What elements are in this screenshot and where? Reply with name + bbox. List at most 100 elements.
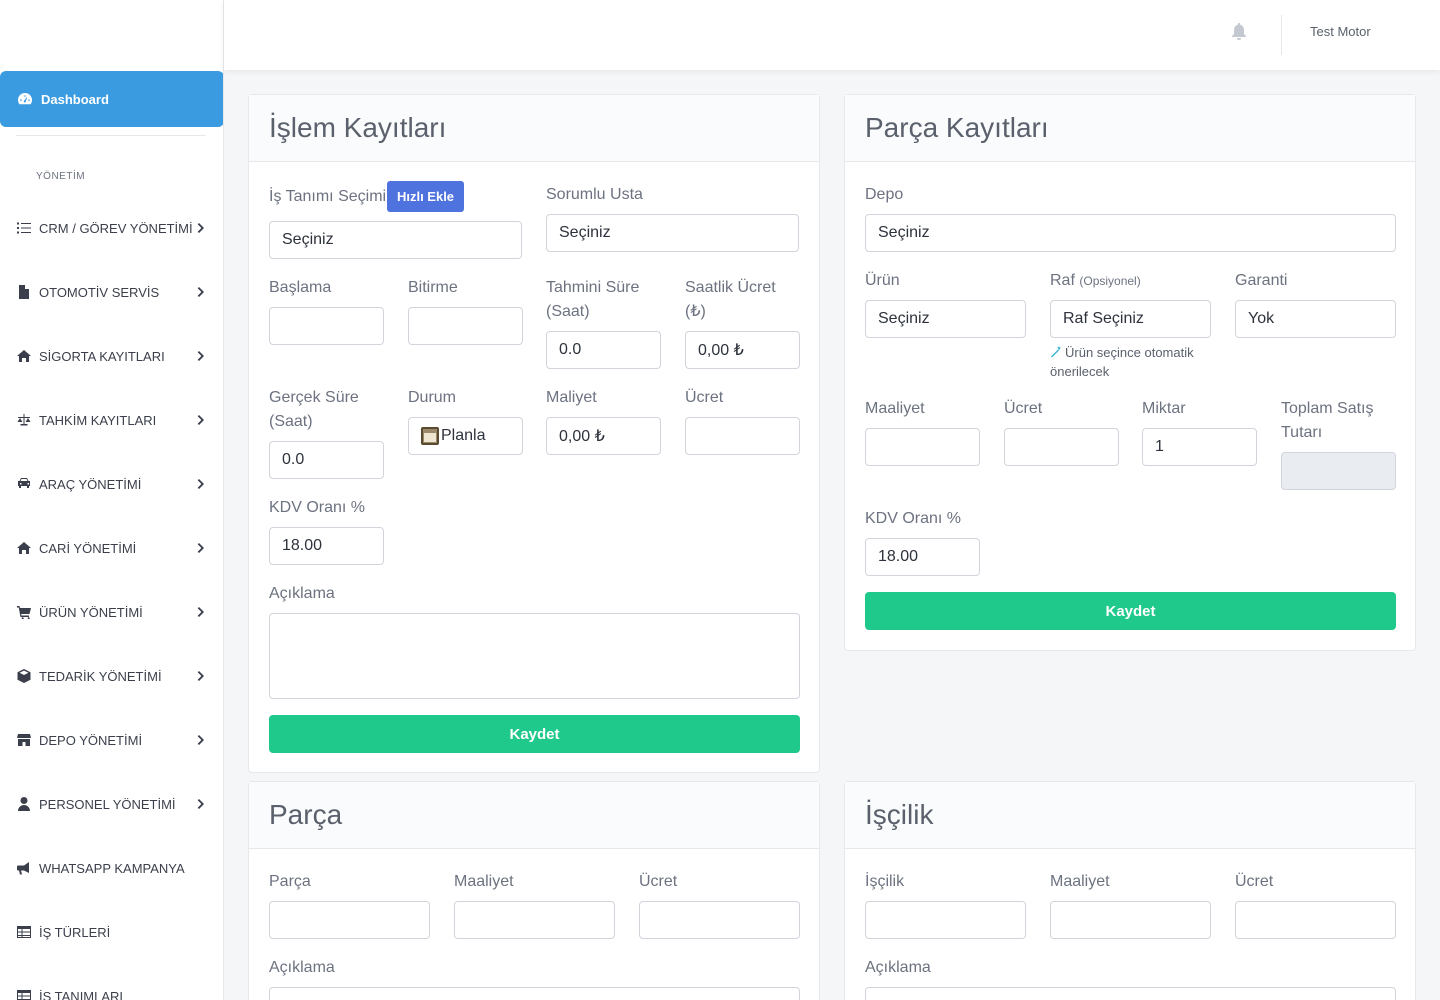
sidebar-item-is-turleri[interactable]: İŞ TÜRLERİ bbox=[0, 912, 223, 952]
sidebar-item-label: CARİ YÖNETİMİ bbox=[39, 540, 137, 556]
saatlik-ucret-label: Saatlik Ücret (₺) bbox=[685, 279, 776, 320]
card-title: İşlem Kayıtları bbox=[269, 112, 447, 143]
baslama-input[interactable] bbox=[269, 307, 384, 345]
sidebar-item-label: PERSONEL YÖNETİMİ bbox=[39, 796, 176, 812]
urun-select[interactable]: Seçiniz bbox=[865, 300, 1026, 338]
kdv-label: KDV Oranı % bbox=[269, 499, 366, 516]
sidebar-item-label: İŞ TÜRLERİ bbox=[39, 924, 111, 940]
bell-icon[interactable] bbox=[1231, 23, 1249, 41]
ucret-input[interactable] bbox=[685, 417, 800, 455]
sidebar-item-label: DEPO YÖNETİMİ bbox=[39, 732, 143, 748]
sidebar-item-is-tanimlari[interactable]: İŞ TANIMLARI bbox=[0, 976, 223, 1000]
parca-input[interactable] bbox=[269, 901, 430, 939]
aciklama-label: Açıklama bbox=[865, 959, 931, 976]
iscilik-label: İşçilik bbox=[865, 873, 905, 890]
table-icon bbox=[16, 925, 31, 940]
save-button[interactable]: Kaydet bbox=[865, 592, 1396, 630]
saatlik-ucret-input[interactable]: 0,00 ₺ bbox=[685, 331, 800, 369]
sidebar-item-label: TEDARİK YÖNETİMİ bbox=[39, 668, 162, 684]
user-name[interactable]: Test Motor bbox=[1310, 24, 1371, 39]
sidebar-item-label: İŞ TANIMLARI bbox=[39, 988, 124, 1000]
sidebar-item-label: OTOMOTİV SERVİS bbox=[39, 284, 160, 300]
maaliyet-input[interactable] bbox=[454, 901, 615, 939]
maliyet-input[interactable]: 0,00 ₺ bbox=[546, 417, 661, 455]
sidebar-item-whatsapp[interactable]: WHATSAPP KAMPANYA bbox=[0, 848, 223, 888]
home-icon bbox=[16, 541, 31, 556]
sorumlu-usta-label: Sorumlu Usta bbox=[546, 186, 643, 203]
maaliyet-label: Maaliyet bbox=[454, 873, 514, 890]
ucret-input[interactable] bbox=[1235, 901, 1396, 939]
urun-label: Ürün bbox=[865, 272, 900, 289]
card-header: Parça Kayıtları bbox=[845, 95, 1415, 162]
sidebar-item-arac[interactable]: ARAÇ YÖNETİMİ bbox=[0, 464, 223, 504]
calendar-icon bbox=[421, 427, 439, 445]
durum-value: Planla bbox=[441, 427, 486, 444]
maaliyet-input[interactable] bbox=[865, 428, 980, 466]
sorumlu-usta-select[interactable]: Seçiniz bbox=[546, 214, 799, 252]
sidebar-item-otomotiv[interactable]: OTOMOTİV SERVİS bbox=[0, 272, 223, 312]
toplam-satis-input bbox=[1281, 452, 1396, 490]
sidebar-item-label: TAHKİM KAYITLARI bbox=[39, 412, 157, 428]
hizli-ekle-button[interactable]: Hızlı Ekle bbox=[387, 181, 464, 212]
sidebar-item-tahkim[interactable]: TAHKİM KAYITLARI bbox=[0, 400, 223, 440]
ucret-label: Ücret bbox=[685, 389, 724, 406]
raf-hint: Ürün seçince otomatik önerilecek bbox=[1050, 343, 1215, 381]
sidebar-item-personel[interactable]: PERSONEL YÖNETİMİ bbox=[0, 784, 223, 824]
iscilik-input[interactable] bbox=[865, 901, 1026, 939]
sidebar-item-dashboard-label: Dashboard bbox=[41, 91, 109, 107]
parca-label: Parça bbox=[269, 873, 311, 890]
chevron-right-icon bbox=[196, 287, 206, 297]
sidebar-item-cari[interactable]: CARİ YÖNETİMİ bbox=[0, 528, 223, 568]
sidebar-item-dashboard[interactable]: Dashboard bbox=[0, 71, 223, 127]
maaliyet-input[interactable] bbox=[1050, 901, 1211, 939]
sidebar-item-crm[interactable]: CRM / GÖREV YÖNETİMİ bbox=[0, 208, 223, 248]
maliyet-label: Maliyet bbox=[546, 389, 597, 406]
durum-select[interactable]: Planla bbox=[408, 417, 523, 455]
sidebar-item-sigorta[interactable]: SİGORTA KAYITLARI bbox=[0, 336, 223, 376]
depo-select[interactable]: Seçiniz bbox=[865, 214, 1396, 252]
ucret-input[interactable] bbox=[1004, 428, 1119, 466]
sidebar-item-label: SİGORTA KAYITLARI bbox=[39, 348, 165, 364]
user-icon bbox=[16, 797, 31, 812]
magic-wand-icon bbox=[1051, 346, 1061, 358]
raf-select[interactable]: Raf Seçiniz bbox=[1050, 300, 1211, 338]
maaliyet-label: Maaliyet bbox=[865, 400, 925, 417]
aciklama-label: Açıklama bbox=[269, 959, 335, 976]
sidebar-item-tedarik[interactable]: TEDARİK YÖNETİMİ bbox=[0, 656, 223, 696]
card-header: İşlem Kayıtları bbox=[249, 95, 819, 162]
sidebar-item-label: ARAÇ YÖNETİMİ bbox=[39, 476, 142, 492]
file-icon bbox=[16, 285, 31, 300]
miktar-input[interactable]: 1 bbox=[1142, 428, 1257, 466]
is-tanimi-select[interactable]: Seçiniz bbox=[269, 221, 522, 259]
garanti-select[interactable]: Yok bbox=[1235, 300, 1396, 338]
chevron-right-icon bbox=[196, 479, 206, 489]
ucret-input[interactable] bbox=[639, 901, 800, 939]
sidebar-item-depo[interactable]: DEPO YÖNETİMİ bbox=[0, 720, 223, 760]
depo-label: Depo bbox=[865, 186, 904, 203]
aciklama-textarea[interactable] bbox=[269, 987, 800, 1000]
durum-label: Durum bbox=[408, 389, 457, 406]
topbar-divider bbox=[1281, 15, 1282, 55]
raf-optional-text: (Opsiyonel) bbox=[1079, 274, 1141, 288]
megaphone-icon bbox=[16, 861, 31, 876]
aciklama-textarea[interactable] bbox=[865, 987, 1396, 1000]
card-title: İşçilik bbox=[865, 799, 934, 830]
maaliyet-label: Maaliyet bbox=[1050, 873, 1110, 890]
tahmini-sure-input[interactable]: 0.0 bbox=[546, 331, 661, 369]
iscilik-card: İşçilik İşçilik Maaliyet Ücret Açıklama bbox=[844, 781, 1416, 1000]
chevron-right-icon bbox=[196, 735, 206, 745]
bitirme-input[interactable] bbox=[408, 307, 523, 345]
save-button[interactable]: Kaydet bbox=[269, 715, 800, 753]
gercek-sure-label: Gerçek Süre (Saat) bbox=[269, 389, 359, 430]
balance-scale-icon bbox=[16, 413, 31, 428]
card-title: Parça bbox=[269, 799, 343, 830]
miktar-label: Miktar bbox=[1142, 400, 1186, 417]
gercek-sure-input[interactable]: 0.0 bbox=[269, 441, 384, 479]
kdv-input[interactable]: 18.00 bbox=[865, 538, 980, 576]
sidebar-divider bbox=[16, 135, 206, 136]
sidebar-item-urun[interactable]: ÜRÜN YÖNETİMİ bbox=[0, 592, 223, 632]
kdv-input[interactable]: 18.00 bbox=[269, 527, 384, 565]
kdv-label: KDV Oranı % bbox=[865, 510, 962, 527]
bitirme-label: Bitirme bbox=[408, 279, 458, 296]
aciklama-textarea[interactable] bbox=[269, 613, 800, 699]
